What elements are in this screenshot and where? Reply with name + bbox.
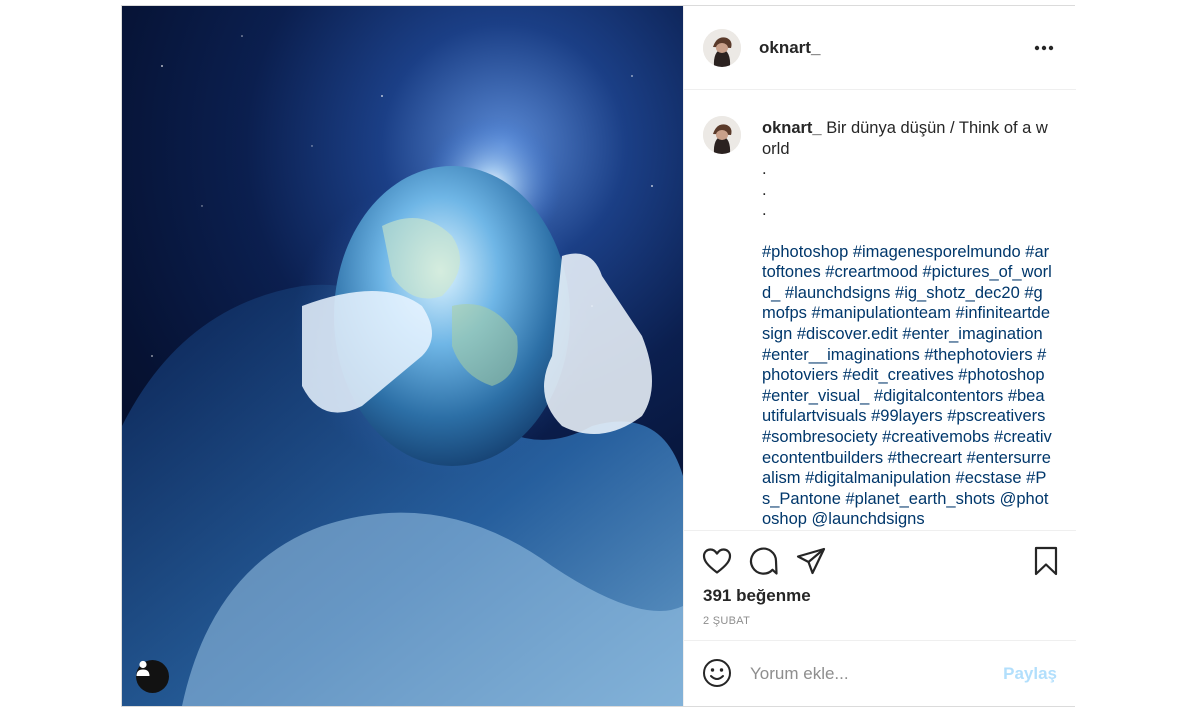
likes-count[interactable]: 391 beğenme (703, 586, 811, 606)
earth-hands-artwork (122, 35, 683, 706)
user-tags-button[interactable] (136, 660, 169, 693)
post-image[interactable] (122, 6, 683, 706)
avatar[interactable] (703, 28, 741, 67)
comments-section[interactable]: oknart_ Bir dünya düşün / Think of a wor… (684, 90, 1076, 530)
caption-username[interactable]: oknart_ (762, 119, 822, 137)
smiley-icon (703, 659, 731, 687)
comment-bar: Paylaş (684, 640, 1076, 706)
like-button[interactable] (701, 545, 733, 577)
user-icon (136, 660, 150, 676)
paper-plane-icon (796, 547, 826, 575)
share-button[interactable] (795, 545, 827, 577)
more-options-icon (1034, 45, 1054, 51)
header-username[interactable]: oknart_ (759, 38, 820, 58)
post-comment-button[interactable]: Paylaş (1003, 664, 1057, 684)
caption-hashtags[interactable]: #photoshop #imagenesporelmundo #artofton… (762, 243, 1052, 529)
avatar-image (703, 28, 741, 67)
caption-text: oknart_ Bir dünya düşün / Think of a wor… (762, 118, 1052, 530)
avatar-image (703, 116, 741, 154)
post-sidebar: oknart_ oknart_ Bir dünya düşün / Think … (683, 6, 1076, 706)
bookmark-icon (1034, 546, 1058, 576)
emoji-button[interactable] (702, 658, 732, 688)
post-date[interactable]: 2 ŞUBAT (703, 615, 750, 627)
post-dialog: oknart_ oknart_ Bir dünya düşün / Think … (121, 5, 1076, 707)
actions-section: 391 beğenme 2 ŞUBAT (684, 530, 1076, 640)
post-header: oknart_ (684, 6, 1076, 90)
comment-icon (749, 547, 778, 575)
more-options-button[interactable] (1032, 36, 1056, 60)
heart-icon (702, 548, 732, 574)
caption-avatar[interactable] (703, 116, 741, 154)
comment-input[interactable] (750, 660, 990, 688)
save-button[interactable] (1030, 545, 1062, 577)
comment-button[interactable] (748, 545, 780, 577)
